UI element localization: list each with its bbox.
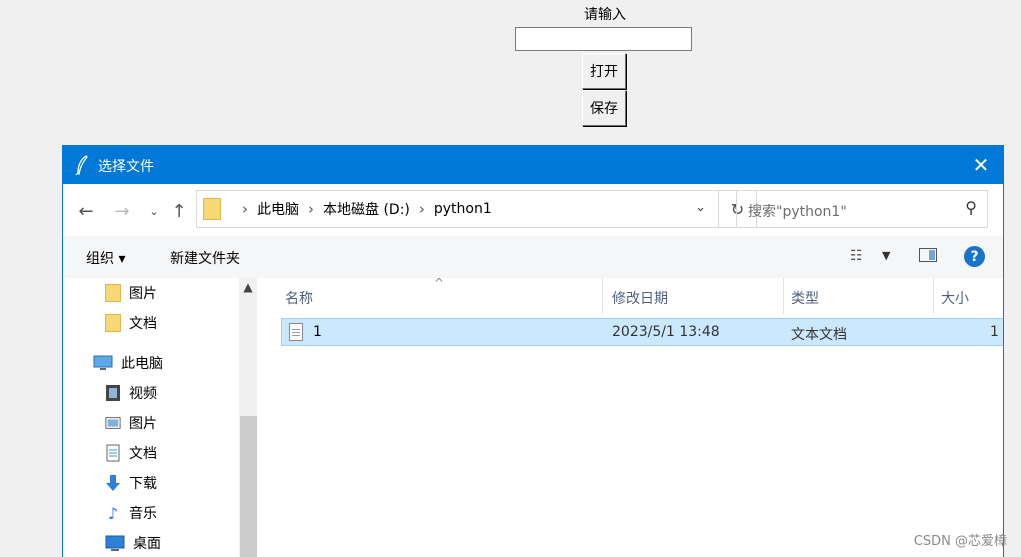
forward-arrow-icon[interactable]: → — [111, 200, 133, 222]
nav-item-label: 文档 — [129, 316, 157, 332]
text-file-icon — [289, 323, 303, 341]
tk-feather-icon — [75, 155, 88, 175]
navigation-pane: 图片 文档 此电脑 视频 图片 文档 下载 ♪ 音乐 桌面 — [63, 278, 259, 557]
recent-locations-chevron-icon[interactable]: ⌄ — [143, 200, 165, 222]
desktop-icon — [105, 534, 125, 552]
nav-item-label: 下载 — [129, 476, 157, 492]
scroll-up-icon[interactable]: ▲ — [239, 280, 257, 294]
folder-icon — [105, 284, 121, 302]
file-name: 1 — [313, 324, 322, 340]
scrollbar-thumb[interactable] — [240, 416, 257, 557]
help-icon[interactable]: ? — [964, 246, 985, 267]
dialog-titlebar[interactable]: 选择文件 ✕ — [63, 146, 1003, 184]
organize-button[interactable]: 组织 ▾ — [86, 248, 125, 268]
nav-item-videos[interactable]: 视频 — [105, 383, 157, 403]
dialog-title: 选择文件 — [98, 159, 154, 175]
breadcrumb-separator-icon: › — [418, 200, 425, 218]
breadcrumb-separator-icon: › — [308, 200, 314, 218]
nav-item-pictures[interactable]: 图片 — [105, 413, 157, 433]
breadcrumb-python1[interactable]: python1 — [434, 201, 492, 217]
navigation-bar: ← → ⌄ ↑ › 此电脑 › 本地磁盘 (D:) › python1 ⌄ ↻ … — [63, 184, 1003, 236]
search-placeholder: 搜索"python1" — [748, 204, 847, 220]
column-header-modified[interactable]: 修改日期 — [612, 288, 668, 308]
nav-item-label: 音乐 — [129, 506, 157, 522]
nav-item-label: 文档 — [129, 446, 157, 462]
close-icon[interactable]: ✕ — [959, 146, 1003, 184]
nav-item-label: 此电脑 — [121, 356, 163, 372]
nav-item-label: 图片 — [129, 416, 157, 432]
breadcrumb-this-pc[interactable]: 此电脑 — [257, 199, 299, 219]
documents-icon — [105, 444, 121, 462]
preview-pane-icon[interactable] — [919, 248, 937, 262]
column-divider[interactable] — [933, 278, 934, 314]
column-divider[interactable] — [783, 278, 784, 314]
nav-item-label: 图片 — [129, 286, 157, 302]
file-modified: 2023/5/1 13:48 — [612, 324, 720, 340]
file-list: ^ 名称 修改日期 类型 大小 1 2023/5/1 13:48 文本文档 1 — [259, 276, 1003, 557]
command-bar: 组织 ▾ 新建文件夹 ☷ ▼ ? — [63, 236, 1003, 278]
input-prompt-label: 请输入 — [584, 7, 626, 23]
computer-icon — [93, 354, 113, 372]
nav-item-downloads[interactable]: 下载 — [105, 473, 157, 493]
file-type: 文本文档 — [791, 327, 847, 343]
video-icon — [105, 384, 121, 402]
nav-item-music[interactable]: ♪ 音乐 — [105, 503, 157, 523]
nav-item-label: 桌面 — [133, 536, 161, 552]
column-header-row: ^ 名称 修改日期 类型 大小 — [259, 276, 1003, 314]
nav-item-pictures-folder[interactable]: 图片 — [105, 283, 157, 303]
new-folder-button[interactable]: 新建文件夹 — [170, 248, 240, 268]
file-row[interactable]: 1 2023/5/1 13:48 文本文档 1 — [281, 318, 1003, 346]
pictures-icon — [105, 414, 121, 432]
folder-icon — [203, 198, 221, 220]
folder-icon — [105, 314, 121, 332]
nav-item-documents-folder[interactable]: 文档 — [105, 313, 157, 333]
search-box[interactable]: 搜索"python1" ⚲ — [736, 190, 988, 228]
file-size: 1 — [990, 324, 999, 340]
view-dropdown-icon[interactable]: ▼ — [882, 249, 890, 262]
nav-item-label: 视频 — [129, 386, 157, 402]
save-button[interactable]: 保存 — [582, 90, 626, 126]
up-arrow-icon[interactable]: ↑ — [168, 200, 190, 222]
column-divider[interactable] — [602, 278, 603, 314]
column-header-name[interactable]: 名称 — [285, 288, 313, 308]
open-button[interactable]: 打开 — [582, 53, 626, 89]
search-icon[interactable]: ⚲ — [965, 198, 977, 217]
breadcrumb-drive-d[interactable]: 本地磁盘 (D:) — [323, 199, 410, 219]
back-arrow-icon[interactable]: ← — [75, 200, 97, 222]
sort-caret-icon: ^ — [434, 276, 445, 290]
nav-item-desktop[interactable]: 桌面 — [105, 533, 161, 553]
file-dialog: 选择文件 ✕ ← → ⌄ ↑ › 此电脑 › 本地磁盘 (D:) › pytho… — [62, 145, 1004, 557]
address-bar[interactable]: › 此电脑 › 本地磁盘 (D:) › python1 ⌄ — [196, 190, 719, 228]
breadcrumb-separator-icon: › — [242, 200, 248, 218]
view-options-icon[interactable]: ☷ — [850, 248, 863, 264]
column-header-size[interactable]: 大小 — [941, 288, 969, 308]
column-header-type[interactable]: 类型 — [791, 288, 819, 308]
music-icon: ♪ — [107, 503, 119, 523]
download-icon — [105, 474, 121, 492]
chevron-down-icon[interactable]: ⌄ — [695, 200, 706, 215]
nav-pane-scrollbar[interactable]: ▲ — [239, 278, 257, 557]
nav-item-this-pc[interactable]: 此电脑 — [93, 353, 163, 373]
nav-item-documents[interactable]: 文档 — [105, 443, 157, 463]
text-entry[interactable] — [515, 27, 692, 51]
watermark: CSDN @芯爱樟 — [913, 534, 1007, 549]
